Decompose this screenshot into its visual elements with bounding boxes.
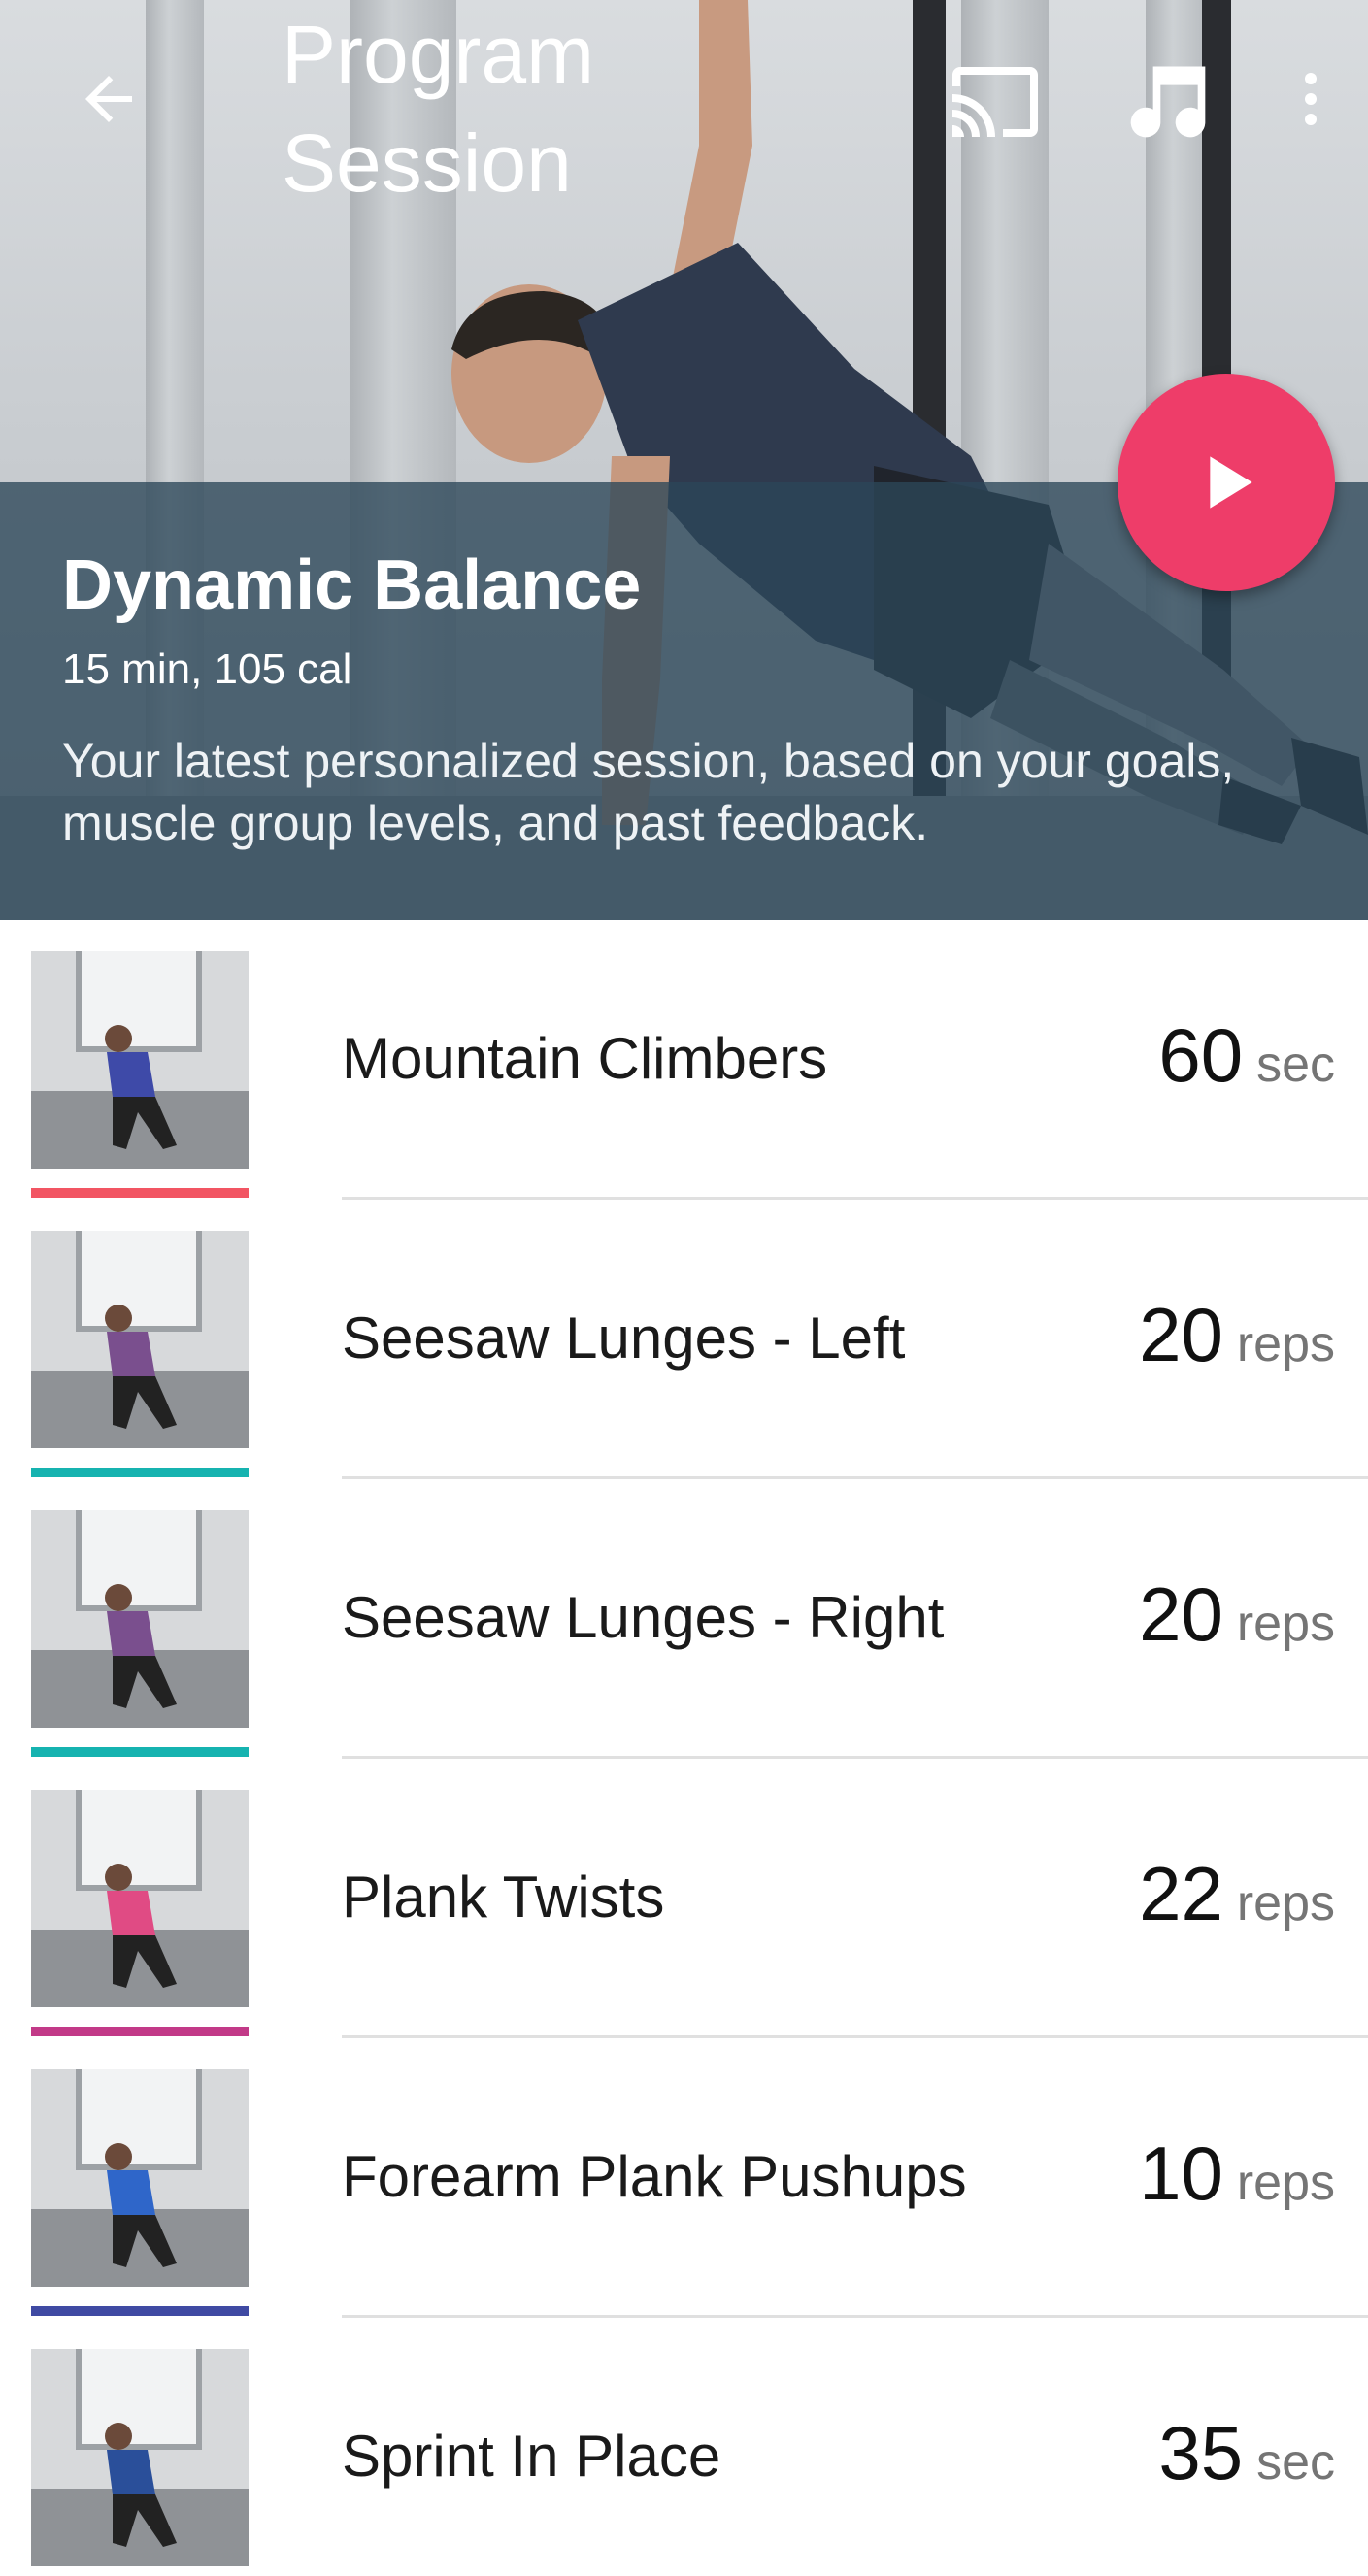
exercise-thumbnail: [31, 1790, 249, 2007]
exercise-figure-icon: [105, 1864, 177, 1988]
more-vert-icon: [1305, 73, 1317, 125]
exercise-name: Seesaw Lunges - Right: [342, 1585, 945, 1650]
exercise-name: Plank Twists: [342, 1865, 665, 1930]
session-description: Your latest personalized session, based …: [62, 734, 1235, 850]
exercise-figure-icon: [105, 2143, 177, 2267]
exercise-name: Forearm Plank Pushups: [342, 2144, 967, 2209]
music-button[interactable]: [1115, 47, 1221, 153]
session-title: Dynamic Balance: [62, 546, 642, 624]
exercise-unit: reps: [1236, 1596, 1335, 1652]
exercise-row[interactable]: Seesaw Lunges - Right 20 reps: [0, 1479, 1368, 1759]
exercise-value: 35: [1158, 2410, 1244, 2495]
exercise-thumbnail: [31, 1231, 249, 1448]
hero-image: Dynamic Balance 15 min, 105 cal Your lat…: [0, 0, 1368, 920]
play-session-button[interactable]: [1118, 374, 1335, 591]
exercise-value: 10: [1139, 2130, 1223, 2216]
arrow-back-icon: [85, 76, 132, 122]
music-note-icon: [1130, 66, 1206, 138]
exercise-amount: 20 reps: [1139, 1570, 1335, 1659]
exercise-unit: sec: [1256, 1037, 1335, 1093]
app-bar: Program Session: [0, 0, 1368, 209]
muscle-group-color-bar: [31, 1188, 249, 1198]
exercise-figure-icon: [105, 1584, 177, 1708]
exercise-value: 20: [1139, 1292, 1223, 1377]
exercise-thumbnail: [31, 2349, 249, 2566]
exercise-amount: 10 reps: [1139, 2130, 1335, 2218]
exercise-unit: reps: [1236, 2155, 1335, 2211]
exercise-figure-icon: [105, 1025, 177, 1149]
exercise-row[interactable]: Plank Twists 22 reps: [0, 1759, 1368, 2038]
exercise-unit: sec: [1256, 2434, 1335, 2491]
exercise-thumbnail: [31, 951, 249, 1169]
exercise-value: 22: [1139, 1851, 1223, 1936]
cast-button[interactable]: [942, 49, 1049, 155]
muscle-group-color-bar: [31, 2027, 249, 2036]
exercise-row[interactable]: Forearm Plank Pushups 10 reps: [0, 2038, 1368, 2318]
session-duration-calories: 15 min, 105 cal: [62, 645, 352, 693]
exercise-thumbnail: [31, 2069, 249, 2287]
exercise-unit: reps: [1236, 1875, 1335, 1932]
cast-icon: [952, 67, 1038, 137]
muscle-group-color-bar: [31, 1747, 249, 1757]
exercise-row[interactable]: Seesaw Lunges - Left 20 reps: [0, 1200, 1368, 1479]
more-options-button[interactable]: [1272, 50, 1350, 148]
exercise-thumbnail: [31, 1510, 249, 1728]
exercise-unit: reps: [1236, 1316, 1335, 1372]
exercise-figure-icon: [105, 2423, 177, 2547]
back-button[interactable]: [60, 50, 157, 148]
exercise-row[interactable]: Mountain Climbers 60 sec: [0, 920, 1368, 1200]
exercise-name: Seesaw Lunges - Left: [342, 1305, 906, 1371]
exercise-value: 20: [1139, 1571, 1223, 1657]
muscle-group-color-bar: [31, 1468, 249, 1477]
play-icon: [1210, 456, 1252, 509]
exercise-row[interactable]: Sprint In Place 35 sec: [0, 2318, 1368, 2576]
exercise-amount: 35 sec: [1158, 2409, 1335, 2497]
exercise-amount: 60 sec: [1158, 1011, 1335, 1100]
exercise-value: 60: [1158, 1012, 1244, 1098]
muscle-group-color-bar: [31, 2306, 249, 2316]
exercise-amount: 20 reps: [1139, 1291, 1335, 1379]
exercise-figure-icon: [105, 1305, 177, 1429]
page-title: Program Session: [282, 9, 595, 209]
exercise-name: Sprint In Place: [342, 2424, 721, 2489]
exercise-name: Mountain Climbers: [342, 1026, 828, 1091]
exercise-amount: 22 reps: [1139, 1850, 1335, 1938]
